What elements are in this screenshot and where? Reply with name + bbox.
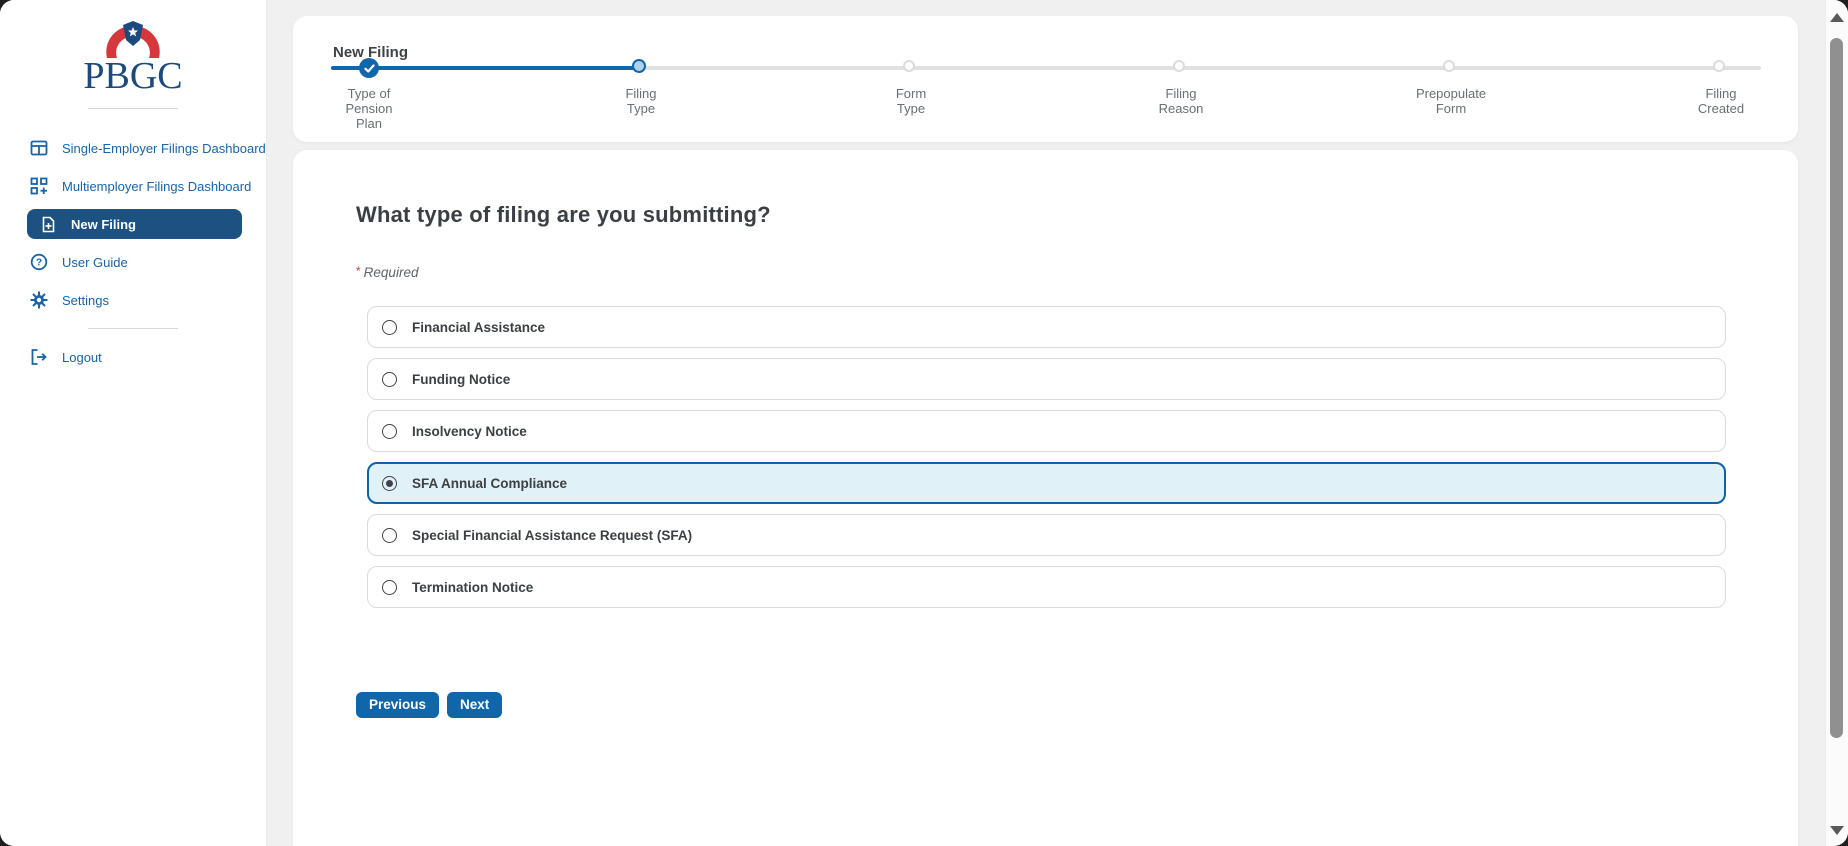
required-label: Required (363, 265, 419, 280)
step-pending-icon (903, 60, 915, 72)
gear-icon (30, 291, 48, 309)
content-area: New Filing Type of Pension Plan Filing T… (268, 0, 1825, 846)
file-plus-icon (39, 215, 57, 233)
step-complete-icon (359, 58, 379, 78)
radio-unchecked-icon (382, 371, 397, 387)
filing-type-options: Financial Assistance Funding Notice Inso… (356, 306, 1735, 608)
sidebar-item-label: Single-Employer Filings Dashboard (62, 140, 266, 156)
step-pending-icon (1443, 60, 1455, 72)
stepper-rail: Type of Pension Plan Filing Type Form Ty… (331, 58, 1761, 131)
sidebar-nav: Single-Employer Filings Dashboard Multie… (0, 129, 266, 376)
step-pending-icon (1173, 60, 1185, 72)
step-current-icon (632, 59, 646, 73)
sidebar-item-user-guide[interactable]: ? User Guide (0, 243, 266, 281)
option-label: Special Financial Assistance Request (SF… (412, 527, 693, 543)
step-label: Form Type (895, 86, 927, 116)
option-special-financial-assistance-request[interactable]: Special Financial Assistance Request (SF… (367, 514, 1726, 556)
vertical-scrollbar[interactable] (1825, 0, 1848, 846)
option-label: Funding Notice (412, 371, 511, 387)
step-label: Filing Reason (1158, 86, 1204, 116)
sidebar-item-label: User Guide (62, 254, 128, 270)
scrollbar-thumb[interactable] (1830, 38, 1843, 738)
sidebar-item-settings[interactable]: Settings (0, 281, 266, 319)
sidebar-item-label: Logout (62, 349, 102, 365)
required-asterisk: * (356, 264, 361, 278)
next-button[interactable]: Next (447, 692, 503, 718)
logo-divider (88, 108, 178, 110)
sidebar-item-new-filing[interactable]: New Filing (27, 209, 242, 240)
option-funding-notice[interactable]: Funding Notice (367, 358, 1726, 400)
radio-unchecked-icon (382, 423, 397, 439)
sidebar-item-logout[interactable]: Logout (0, 338, 266, 376)
radio-unchecked-icon (382, 579, 397, 595)
pbgc-logo-text: PBGC (83, 55, 183, 97)
app-window: PBGC Single-Employer Filings Dashboard M… (0, 0, 1848, 846)
option-label: Insolvency Notice (412, 423, 527, 439)
stepper-line-pending (641, 66, 1761, 70)
sidebar-item-label: Multiemployer Filings Dashboard (62, 178, 252, 194)
option-insolvency-notice[interactable]: Insolvency Notice (367, 410, 1726, 452)
step-label: Filing Type (625, 86, 657, 116)
step-pending-icon (1713, 60, 1725, 72)
option-label: Termination Notice (412, 579, 534, 595)
option-financial-assistance[interactable]: Financial Assistance (367, 306, 1726, 348)
pbgc-logo: PBGC (0, 0, 266, 97)
option-label: SFA Annual Compliance (412, 475, 568, 491)
radio-checked-icon (382, 475, 397, 491)
previous-button[interactable]: Previous (356, 692, 440, 718)
radio-unchecked-icon (382, 319, 397, 335)
sidebar-item-label: Settings (62, 292, 109, 308)
required-note: * Required (356, 264, 1735, 280)
logout-icon (30, 348, 48, 366)
pbgc-arch-star-icon (106, 21, 160, 58)
sidebar: PBGC Single-Employer Filings Dashboard M… (0, 0, 267, 846)
radio-unchecked-icon (382, 527, 397, 543)
option-label: Financial Assistance (412, 319, 546, 335)
wizard-buttons: Previous Next (356, 692, 1735, 718)
svg-text:?: ? (36, 258, 42, 269)
sidebar-divider (88, 328, 178, 330)
single-employer-dashboard-icon (30, 139, 48, 157)
step-label: Filing Created (1697, 86, 1745, 116)
stepper-card: New Filing Type of Pension Plan Filing T… (293, 16, 1798, 142)
filing-type-card: What type of filing are you submitting? … (293, 150, 1798, 846)
question-circle-icon: ? (30, 253, 48, 271)
option-sfa-annual-compliance[interactable]: SFA Annual Compliance (367, 462, 1726, 504)
sidebar-item-multiemployer-dashboard[interactable]: Multiemployer Filings Dashboard (0, 167, 266, 205)
scroll-down-arrow-icon[interactable] (1830, 826, 1844, 835)
sidebar-item-single-employer-dashboard[interactable]: Single-Employer Filings Dashboard (0, 129, 266, 167)
step-label: Prepopulate Form (1415, 86, 1487, 116)
step-label: Type of Pension Plan (345, 86, 393, 131)
sidebar-item-label: New Filing (71, 216, 136, 232)
page-title: What type of filing are you submitting? (356, 202, 771, 227)
multiemployer-dashboard-icon (30, 177, 48, 195)
option-termination-notice[interactable]: Termination Notice (367, 566, 1726, 608)
scroll-up-arrow-icon[interactable] (1830, 13, 1844, 22)
